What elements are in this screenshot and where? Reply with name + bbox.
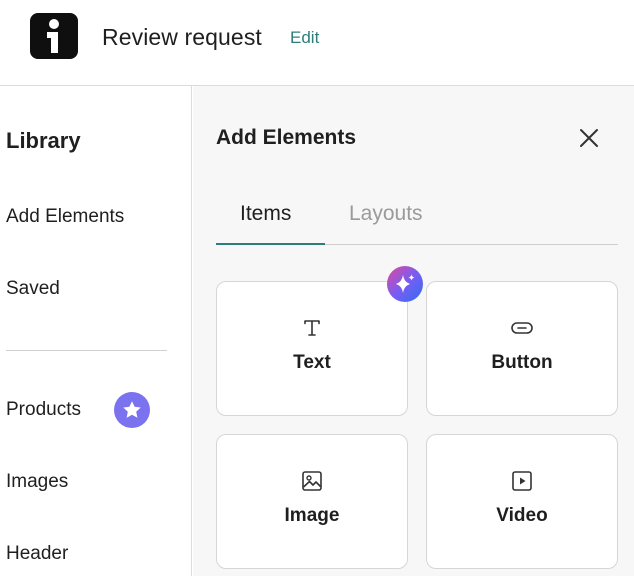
- element-card-button[interactable]: Button: [426, 281, 618, 416]
- edit-link[interactable]: Edit: [290, 28, 319, 48]
- ai-sparkle-icon: [387, 266, 423, 302]
- element-card-video[interactable]: Video: [426, 434, 618, 569]
- library-sidebar: Library Add Elements Saved Products Imag…: [0, 86, 192, 576]
- panel-title: Add Elements: [216, 126, 357, 149]
- document-title: Review request: [102, 24, 262, 50]
- sidebar-item-saved[interactable]: Saved: [6, 278, 60, 300]
- close-icon[interactable]: [577, 126, 601, 150]
- image-icon: [300, 469, 324, 493]
- active-tab-indicator: [216, 243, 325, 245]
- tab-layouts[interactable]: Layouts: [349, 202, 423, 226]
- tab-bar: Items Layouts: [216, 190, 618, 245]
- library-title: Library: [6, 128, 81, 153]
- sidebar-item-products[interactable]: Products: [6, 399, 81, 421]
- app-header: Review request Edit: [0, 0, 634, 86]
- sidebar-item-add-elements[interactable]: Add Elements: [6, 206, 124, 228]
- i-logo-icon: [30, 13, 78, 59]
- sidebar-divider: [6, 350, 167, 351]
- sidebar-item-header[interactable]: Header: [6, 543, 68, 565]
- sidebar-item-images[interactable]: Images: [6, 471, 68, 493]
- card-label: Text: [293, 352, 331, 373]
- star-icon: [114, 392, 150, 428]
- card-label: Button: [491, 352, 553, 373]
- element-card-image[interactable]: Image: [216, 434, 408, 569]
- card-label: Image: [284, 505, 340, 526]
- card-label: Video: [496, 505, 548, 526]
- text-icon: [300, 316, 324, 340]
- tab-items[interactable]: Items: [240, 202, 291, 226]
- add-elements-panel: Add Elements Items Layouts Text Button I…: [193, 86, 634, 576]
- button-icon: [510, 316, 534, 340]
- video-icon: [510, 469, 534, 493]
- element-card-text[interactable]: Text: [216, 281, 408, 416]
